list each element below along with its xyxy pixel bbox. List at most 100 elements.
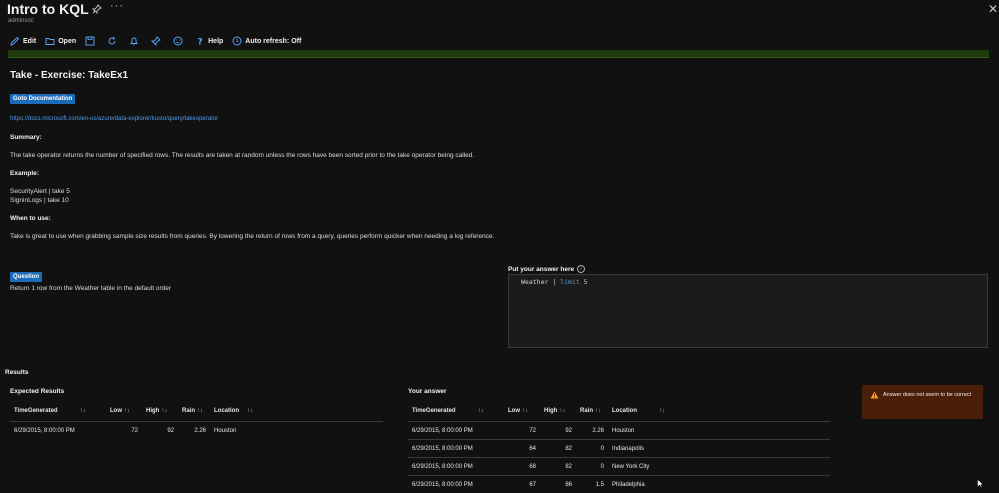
pin-icon xyxy=(151,36,161,46)
cell-time: 6/29/2015, 8:00:00 PM xyxy=(408,458,504,476)
column-label: Location xyxy=(214,408,239,414)
close-icon[interactable]: ✕ xyxy=(988,2,998,16)
cell-low: 72 xyxy=(106,422,142,440)
example-line: SecurityAlert | take 5 xyxy=(10,188,70,195)
sort-icon[interactable]: ↑↓ xyxy=(197,408,203,414)
query-keyword: limit xyxy=(560,278,580,286)
info-icon[interactable]: i xyxy=(577,265,585,273)
column-label: Rain xyxy=(580,408,593,414)
column-label: Location xyxy=(612,408,637,414)
query-table: Weather xyxy=(521,278,548,286)
sort-icon[interactable]: ↑↓ xyxy=(124,408,130,414)
example-line: SigninLogs | take 10 xyxy=(10,197,69,204)
cell-high: 82 xyxy=(540,440,576,458)
table-row[interactable]: 6/29/2015, 8:00:00 PM 67 86 1.5 Philadel… xyxy=(408,476,830,493)
sort-icon[interactable]: ↑↓ xyxy=(522,408,528,414)
sort-icon[interactable]: ↑↓ xyxy=(559,408,565,414)
column-header[interactable]: High↑↓ xyxy=(142,401,178,422)
open-button[interactable]: Open xyxy=(45,36,76,46)
column-header[interactable]: Rain↑↓ xyxy=(576,401,608,422)
summary-label: Summary: xyxy=(10,134,42,141)
more-options-icon[interactable]: ··· xyxy=(110,0,124,12)
expected-results-table: TimeGenerated↑↓ Low↑↓ High↑↓ Rain↑↓ Loca… xyxy=(10,401,383,439)
sort-icon[interactable]: ↑↓ xyxy=(478,408,484,414)
column-header[interactable]: Rain↑↓ xyxy=(178,401,210,422)
mouse-pointer-icon xyxy=(977,479,984,488)
cell-high: 92 xyxy=(142,422,178,440)
help-button[interactable]: ? Help xyxy=(195,36,223,46)
cell-time: 6/29/2015, 8:00:00 PM xyxy=(408,440,504,458)
sort-icon[interactable]: ↑↓ xyxy=(659,408,665,414)
column-label: Low xyxy=(110,408,122,414)
svg-text:?: ? xyxy=(198,38,203,47)
answer-feedback-toast: Answer does not seem to be correct xyxy=(862,385,983,419)
column-header[interactable]: Location ↑↓ xyxy=(210,401,383,422)
sort-icon[interactable]: ↑↓ xyxy=(595,408,601,414)
exercise-heading: Take - Exercise: TakeEx1 xyxy=(10,70,128,81)
cell-rain: 2.26 xyxy=(178,422,210,440)
auto-refresh-label: Auto refresh: Off xyxy=(245,38,301,45)
cell-time: 6/29/2015, 8:00:00 PM xyxy=(408,476,504,493)
expected-results-title: Expected Results xyxy=(10,388,64,395)
sort-icon[interactable]: ↑↓ xyxy=(80,408,86,414)
workspace-name: adminsoc xyxy=(8,18,34,24)
query-pipe: | xyxy=(552,278,556,286)
table-row[interactable]: 6/29/2015, 8:00:00 PM 68 82 0 New York C… xyxy=(408,458,830,476)
table-header-row: TimeGenerated↑↓ Low↑↓ High↑↓ Rain↑↓ Loca… xyxy=(408,401,830,422)
open-label: Open xyxy=(58,38,76,45)
cell-location: New York City xyxy=(608,458,830,476)
pencil-icon xyxy=(10,36,20,46)
edit-button[interactable]: Edit xyxy=(10,36,36,46)
pin-icon[interactable] xyxy=(92,4,102,14)
cell-high: 82 xyxy=(540,458,576,476)
column-label: TimeGenerated xyxy=(14,408,58,414)
documentation-link[interactable]: https://docs.microsoft.com/en-us/azure/d… xyxy=(10,116,218,122)
refresh-button[interactable] xyxy=(107,36,120,46)
cell-rain: 0 xyxy=(576,458,608,476)
column-label: Low xyxy=(508,408,520,414)
when-to-use-label: When to use: xyxy=(10,215,51,222)
sort-icon[interactable]: ↑↓ xyxy=(247,408,253,414)
example-label: Example: xyxy=(10,170,39,177)
pin-dashboard-button[interactable] xyxy=(151,36,164,46)
progress-bar xyxy=(8,50,989,58)
cell-location: Philadelphia xyxy=(608,476,830,493)
table-row[interactable]: 6/29/2015, 8:00:00 PM 64 82 0 Indianapol… xyxy=(408,440,830,458)
column-label: Rain xyxy=(182,408,195,414)
feedback-button[interactable] xyxy=(173,36,186,46)
cell-low: 72 xyxy=(504,422,540,440)
column-header[interactable]: Location ↑↓ xyxy=(608,401,830,422)
bell-icon xyxy=(129,36,139,46)
column-header[interactable]: TimeGenerated ↑↓ xyxy=(10,401,106,422)
column-header[interactable]: TimeGenerated ↑↓ xyxy=(408,401,504,422)
cell-location: Houston xyxy=(210,422,383,440)
sort-icon[interactable]: ↑↓ xyxy=(161,408,167,414)
table-row[interactable]: 6/29/2015, 8:00:00 PM 72 92 2.26 Houston xyxy=(10,422,383,440)
cell-low: 68 xyxy=(504,458,540,476)
your-answer-title: Your answer xyxy=(408,388,447,395)
query-editor[interactable]: Weather | limit 5 xyxy=(508,274,988,348)
cell-low: 64 xyxy=(504,440,540,458)
results-title: Results xyxy=(5,369,28,376)
column-header[interactable]: Low↑↓ xyxy=(106,401,142,422)
alert-button[interactable] xyxy=(129,36,142,46)
help-label: Help xyxy=(208,38,223,45)
clock-icon xyxy=(232,36,242,46)
your-answer-table: TimeGenerated↑↓ Low↑↓ High↑↓ Rain↑↓ Loca… xyxy=(408,401,830,493)
column-header[interactable]: High↑↓ xyxy=(540,401,576,422)
save-button[interactable] xyxy=(85,36,98,46)
page-title: Intro to KQL xyxy=(7,1,89,17)
cell-rain: 0 xyxy=(576,440,608,458)
column-header[interactable]: Low↑↓ xyxy=(504,401,540,422)
question-button[interactable]: Question xyxy=(10,272,42,282)
column-label: TimeGenerated xyxy=(412,408,456,414)
cell-location: Houston xyxy=(608,422,830,440)
column-label: High xyxy=(146,408,159,414)
answer-label-text: Put your answer here xyxy=(508,266,574,273)
cell-rain: 1.5 xyxy=(576,476,608,493)
auto-refresh-button[interactable]: Auto refresh: Off xyxy=(232,36,301,46)
when-to-use-text: Take is great to use when grabbing sampl… xyxy=(10,233,494,240)
query-text[interactable]: Weather | limit 5 xyxy=(521,278,588,286)
table-row[interactable]: 6/29/2015, 8:00:00 PM 72 92 2.26 Houston xyxy=(408,422,830,440)
goto-documentation-button[interactable]: Goto Documentation xyxy=(10,94,75,104)
